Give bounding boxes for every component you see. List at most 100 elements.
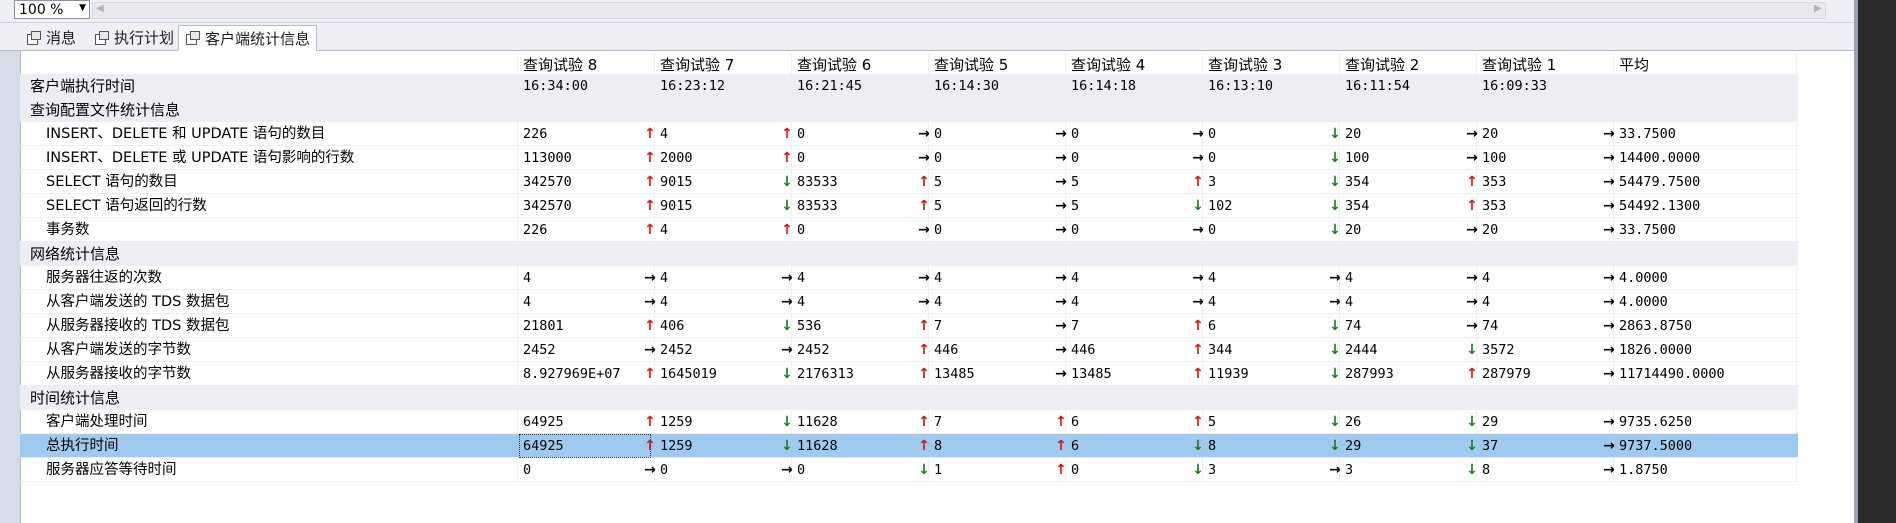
statistic-value[interactable]: 16:13:10 (1208, 74, 1321, 98)
statistic-value[interactable]: 9735.6250 (1619, 410, 1732, 434)
statistic-value[interactable]: 9015 (660, 170, 773, 194)
statistic-value[interactable]: 29 (1482, 410, 1595, 434)
statistic-value[interactable]: 4 (660, 266, 773, 290)
statistic-value[interactable]: 446 (934, 338, 1047, 362)
statistic-value[interactable]: 16:34:00 (523, 74, 636, 98)
statistic-value[interactable]: 0 (1071, 458, 1184, 482)
statistic-value[interactable]: 13485 (934, 362, 1047, 386)
statistic-value[interactable]: 4 (934, 266, 1047, 290)
tab-execution-plan[interactable]: 执行计划 (88, 26, 180, 49)
statistic-value[interactable]: 3 (1208, 458, 1321, 482)
category-label[interactable]: 查询配置文件统计信息 (30, 98, 513, 122)
statistic-value[interactable]: 20 (1345, 122, 1458, 146)
category-label[interactable]: 网络统计信息 (30, 242, 513, 266)
statistic-value[interactable]: 3 (1345, 458, 1458, 482)
statistic-value[interactable]: 0 (1071, 218, 1184, 242)
statistic-value[interactable]: 4 (523, 290, 636, 314)
statistic-value[interactable]: 33.7500 (1619, 122, 1732, 146)
statistic-name[interactable]: 客户端处理时间 (46, 410, 513, 434)
statistic-value[interactable]: 0 (934, 146, 1047, 170)
statistic-value[interactable]: 11628 (797, 434, 910, 458)
statistic-value[interactable]: 536 (797, 314, 910, 338)
statistic-value[interactable]: 100 (1345, 146, 1458, 170)
statistic-value[interactable]: 8.927969E+07 (523, 362, 636, 386)
statistic-value[interactable]: 344 (1208, 338, 1321, 362)
statistic-value[interactable]: 226 (523, 122, 636, 146)
statistic-value[interactable]: 0 (934, 218, 1047, 242)
statistic-value[interactable]: 7 (934, 410, 1047, 434)
statistic-value[interactable]: 20 (1482, 122, 1595, 146)
tab-messages[interactable]: 消息 (20, 26, 82, 49)
statistic-value[interactable]: 2452 (660, 338, 773, 362)
statistic-value[interactable]: 11628 (797, 410, 910, 434)
statistic-value[interactable]: 16:23:12 (660, 74, 773, 98)
statistic-value[interactable]: 354 (1345, 194, 1458, 218)
statistic-value[interactable]: 20 (1482, 218, 1595, 242)
statistic-value[interactable]: 2176313 (797, 362, 910, 386)
statistic-value[interactable]: 4 (660, 218, 773, 242)
statistic-value[interactable]: 21801 (523, 314, 636, 338)
statistic-value[interactable]: 0 (797, 458, 910, 482)
statistic-value[interactable]: 354 (1345, 170, 1458, 194)
statistic-name[interactable]: 事务数 (46, 218, 513, 242)
statistic-value[interactable]: 6 (1071, 410, 1184, 434)
statistic-value[interactable]: 0 (934, 122, 1047, 146)
statistic-value[interactable]: 1645019 (660, 362, 773, 386)
statistic-value[interactable]: 8 (1208, 434, 1321, 458)
statistic-name[interactable]: 从客户端发送的 TDS 数据包 (46, 290, 513, 314)
statistic-value[interactable]: 5 (1208, 410, 1321, 434)
statistic-name[interactable]: INSERT、DELETE 或 UPDATE 语句影响的行数 (46, 146, 513, 170)
statistic-value[interactable]: 16:14:18 (1071, 74, 1184, 98)
statistic-value[interactable]: 4 (1345, 266, 1458, 290)
statistic-value[interactable]: 5 (934, 194, 1047, 218)
statistic-value[interactable]: 4 (660, 122, 773, 146)
statistic-value[interactable]: 1826.0000 (1619, 338, 1732, 362)
statistic-value[interactable]: 11714490.0000 (1619, 362, 1732, 386)
statistic-value[interactable]: 353 (1482, 194, 1595, 218)
category-label[interactable]: 客户端执行时间 (30, 74, 513, 98)
statistic-value[interactable]: 83533 (797, 170, 910, 194)
statistic-value[interactable]: 100 (1482, 146, 1595, 170)
statistic-value[interactable]: 5 (934, 170, 1047, 194)
statistic-value[interactable]: 6 (1208, 314, 1321, 338)
statistic-value[interactable]: 102 (1208, 194, 1321, 218)
statistic-value[interactable]: 5 (1071, 170, 1184, 194)
statistic-value[interactable]: 4 (660, 290, 773, 314)
statistic-value[interactable]: 4 (1208, 266, 1321, 290)
statistic-value[interactable]: 4.0000 (1619, 290, 1732, 314)
statistic-value[interactable]: 353 (1482, 170, 1595, 194)
statistic-value[interactable]: 4 (1482, 266, 1595, 290)
statistic-value[interactable]: 4 (1208, 290, 1321, 314)
statistic-value[interactable]: 83533 (797, 194, 910, 218)
statistic-value[interactable]: 1.8750 (1619, 458, 1732, 482)
statistic-value[interactable]: 3 (1208, 170, 1321, 194)
statistic-value[interactable]: 8 (934, 434, 1047, 458)
horizontal-scrollbar[interactable] (92, 2, 1826, 19)
statistic-value[interactable]: 7 (1071, 314, 1184, 338)
statistic-name[interactable]: 服务器往返的次数 (46, 266, 513, 290)
statistic-value[interactable]: 226 (523, 218, 636, 242)
statistic-value[interactable]: 0 (660, 458, 773, 482)
statistic-value[interactable]: 0 (1208, 218, 1321, 242)
statistic-value[interactable]: 29 (1345, 434, 1458, 458)
statistic-value[interactable]: 3572 (1482, 338, 1595, 362)
statistic-name[interactable]: SELECT 语句返回的行数 (46, 194, 513, 218)
statistic-value[interactable]: 0 (1208, 122, 1321, 146)
statistic-value[interactable]: 0 (797, 218, 910, 242)
statistic-value[interactable]: 1 (934, 458, 1047, 482)
statistic-value[interactable]: 342570 (523, 194, 636, 218)
statistic-value[interactable]: 287993 (1345, 362, 1458, 386)
scroll-left-icon[interactable]: ◀ (96, 3, 104, 14)
category-label[interactable]: 时间统计信息 (30, 386, 513, 410)
statistic-value[interactable]: 13485 (1071, 362, 1184, 386)
statistic-value[interactable]: 0 (523, 458, 636, 482)
statistic-value[interactable]: 0 (797, 146, 910, 170)
statistic-value[interactable]: 1259 (660, 434, 773, 458)
statistic-value[interactable]: 11939 (1208, 362, 1321, 386)
statistic-value[interactable]: 9737.5000 (1619, 434, 1732, 458)
statistic-value[interactable]: 446 (1071, 338, 1184, 362)
statistic-value[interactable]: 16:14:30 (934, 74, 1047, 98)
statistic-value[interactable]: 6 (1071, 434, 1184, 458)
statistic-value[interactable]: 33.7500 (1619, 218, 1732, 242)
statistic-value[interactable]: 2000 (660, 146, 773, 170)
